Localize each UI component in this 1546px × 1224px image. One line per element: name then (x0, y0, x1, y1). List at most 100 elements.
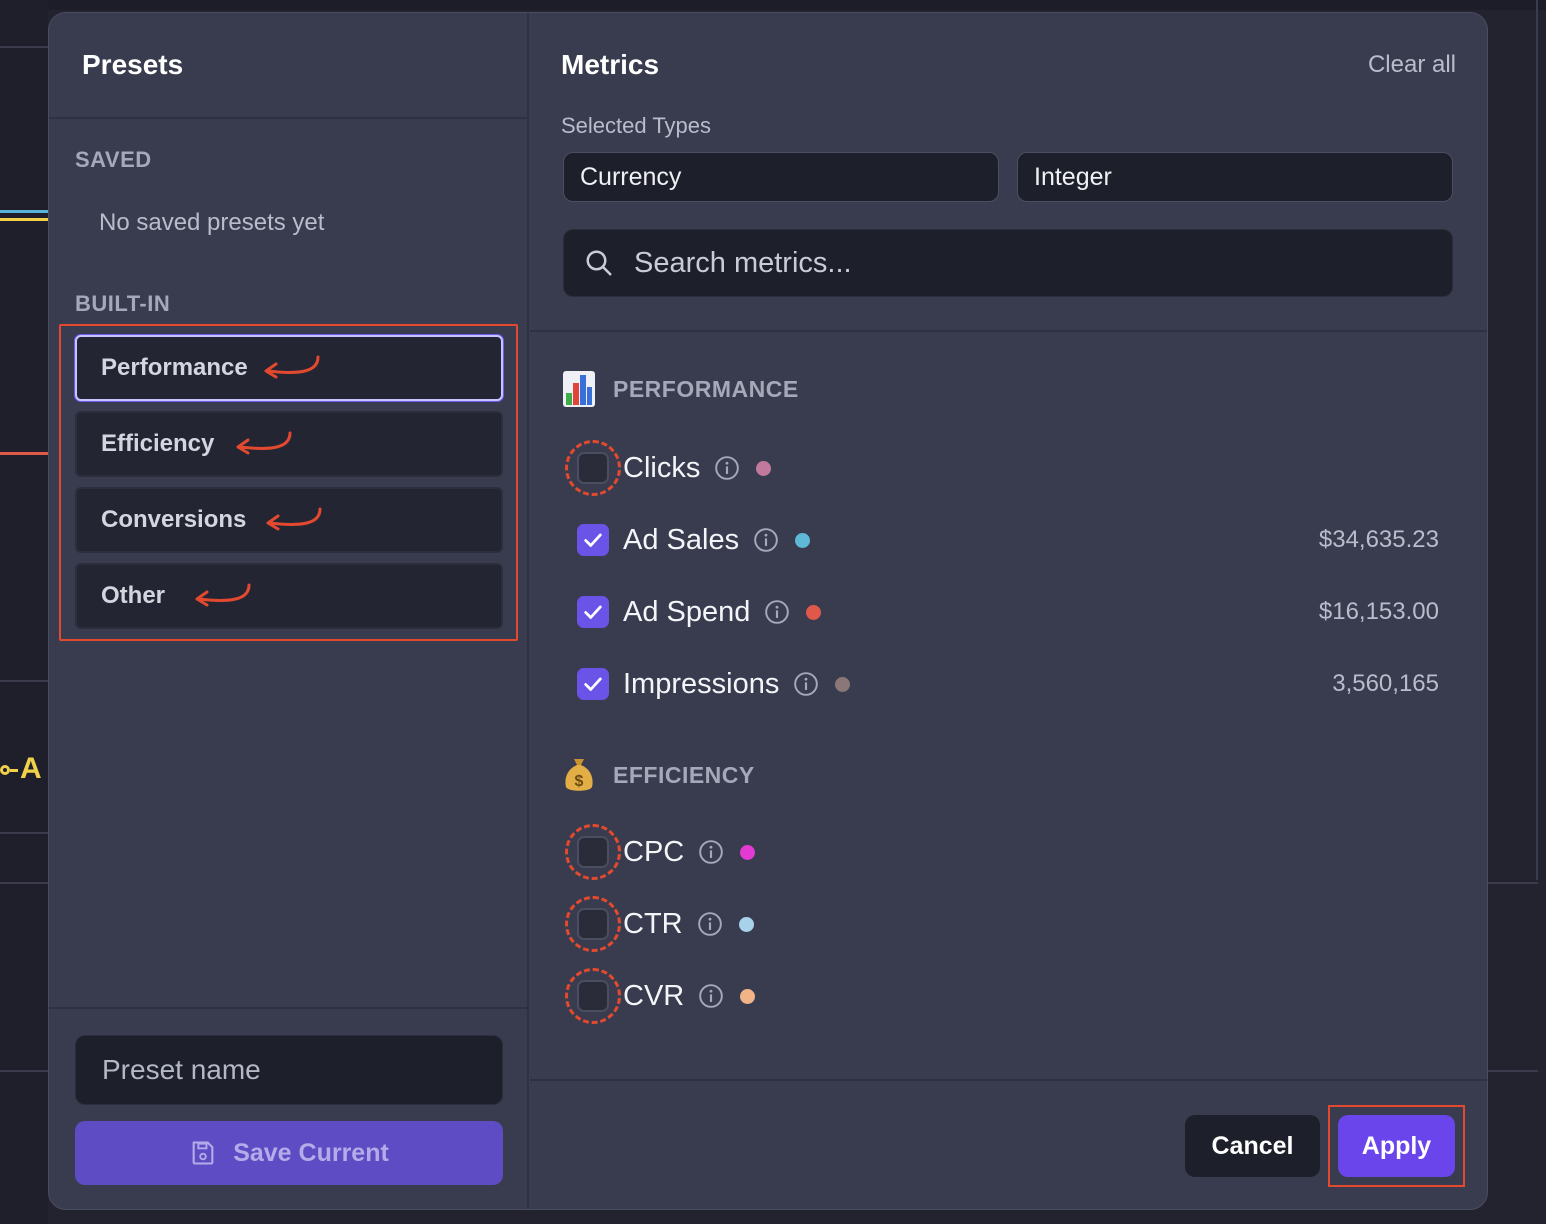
info-icon[interactable] (793, 671, 819, 697)
metric-color-dot (738, 916, 754, 932)
clear-all-button[interactable]: Clear all (1368, 51, 1456, 79)
type-chip-integer[interactable]: Integer (1017, 152, 1453, 202)
preset-other-button[interactable]: Other (75, 563, 503, 629)
preset-label: Conversions (101, 506, 247, 533)
background-divider (0, 832, 48, 834)
metric-row-clicks[interactable]: Clicks (563, 440, 1439, 496)
check-icon (584, 677, 602, 691)
metric-checkbox[interactable] (565, 440, 621, 496)
metric-row-impressions[interactable]: Impressions 3,560,165 (563, 656, 1439, 712)
background-divider (0, 882, 48, 884)
metric-name: Ad Sales (623, 523, 740, 556)
category-efficiency-header: $ EFFICIENCY (563, 757, 755, 793)
metrics-panel: Metrics Clear all Selected Types Currenc… (530, 13, 1487, 1209)
metrics-modal: Presets SAVED No saved presets yet BUILT… (48, 12, 1488, 1210)
metric-value: 3,560,165 (1332, 670, 1439, 697)
metric-row-cpc[interactable]: CPC (563, 824, 1439, 880)
metric-checkbox[interactable] (565, 824, 621, 880)
metric-color-dot (835, 676, 851, 692)
metric-row-ad-spend[interactable]: Ad Spend $16,153.00 (563, 584, 1439, 640)
metric-name: CTR (623, 907, 683, 940)
annotation-arrow-icon (236, 431, 292, 455)
metric-name: CPC (623, 835, 685, 868)
selected-types-label: Selected Types (561, 113, 712, 138)
metric-value: $16,153.00 (1318, 598, 1439, 625)
metric-color-dot (756, 460, 772, 476)
saved-empty-message: No saved presets yet (99, 209, 325, 236)
annotation-arrow-icon (195, 583, 251, 607)
preset-label: Other (101, 582, 166, 609)
info-icon[interactable] (698, 839, 724, 865)
metric-color-dot (795, 532, 811, 548)
money-bag-icon: $ (565, 759, 593, 791)
apply-button[interactable]: Apply (1338, 1115, 1455, 1177)
metrics-divider (530, 330, 1487, 332)
annotation-dashed-circle (565, 824, 621, 880)
metric-color-dot (740, 988, 756, 1004)
check-icon (584, 605, 602, 619)
info-icon[interactable] (714, 455, 740, 481)
background-legend-label: A (20, 752, 42, 785)
presets-title: Presets (82, 49, 184, 80)
preset-conversions-button[interactable]: Conversions (75, 487, 503, 553)
search-box[interactable] (563, 229, 1453, 297)
save-icon (192, 1141, 214, 1165)
metric-row-ad-sales[interactable]: Ad Sales $34,635.23 (563, 512, 1439, 568)
background-chart-line (0, 452, 48, 455)
background-chart-line (0, 218, 48, 221)
annotation-dashed-circle (565, 440, 621, 496)
metric-checkbox[interactable] (577, 596, 609, 628)
save-current-label: Save Current (233, 1138, 389, 1167)
info-icon[interactable] (697, 911, 723, 937)
category-performance-header: PERFORMANCE (563, 371, 799, 407)
cancel-button[interactable]: Cancel (1185, 1115, 1320, 1177)
metric-row-ctr[interactable]: CTR (563, 896, 1439, 952)
saved-section-label: SAVED (75, 147, 152, 172)
metric-value: $34,635.23 (1318, 526, 1439, 553)
annotation-arrow-icon (264, 355, 320, 379)
info-icon[interactable] (764, 599, 790, 625)
background-panel (0, 0, 48, 1224)
category-label: PERFORMANCE (613, 375, 799, 402)
builtin-section-label: BUILT-IN (75, 291, 171, 316)
check-icon (584, 533, 602, 547)
background-divider (1536, 0, 1538, 880)
metric-checkbox[interactable] (577, 668, 609, 700)
preset-efficiency-button[interactable]: Efficiency (75, 411, 503, 477)
type-chip-currency[interactable]: Currency (563, 152, 999, 202)
bar-chart-icon (563, 371, 595, 407)
preset-label: Performance (101, 354, 248, 381)
svg-text:$: $ (575, 773, 584, 790)
metric-checkbox[interactable] (565, 968, 621, 1024)
background-chart-line (0, 210, 48, 213)
preset-label: Efficiency (101, 430, 215, 457)
preset-performance-button[interactable]: Performance (75, 335, 503, 401)
metric-row-cvr[interactable]: CVR (563, 968, 1439, 1024)
metric-checkbox[interactable] (577, 524, 609, 556)
metric-name: Clicks (623, 451, 701, 484)
info-icon[interactable] (698, 983, 724, 1009)
background-topbar (0, 0, 1546, 10)
background-legend: A (0, 752, 42, 786)
info-icon[interactable] (753, 527, 779, 553)
background-divider (1488, 1070, 1538, 1072)
presets-panel: Presets SAVED No saved presets yet BUILT… (49, 13, 529, 1209)
metric-name: Impressions (623, 667, 780, 700)
metric-color-dot (740, 844, 756, 860)
background-divider (1488, 882, 1538, 884)
metrics-footer-divider (530, 1079, 1487, 1081)
background-divider (0, 1070, 48, 1072)
metric-name: CVR (623, 979, 685, 1012)
metric-color-dot (806, 604, 822, 620)
background-divider (0, 46, 48, 48)
save-current-button[interactable]: Save Current (75, 1121, 503, 1185)
metric-checkbox[interactable] (565, 896, 621, 952)
metric-name: Ad Spend (623, 595, 751, 628)
preset-name-input[interactable] (75, 1035, 503, 1105)
category-label: EFFICIENCY (613, 761, 755, 788)
metrics-title: Metrics (561, 49, 660, 80)
annotation-dashed-circle (565, 896, 621, 952)
annotation-arrow-icon (266, 507, 322, 531)
search-input[interactable] (634, 246, 1414, 280)
search-icon (586, 250, 612, 276)
